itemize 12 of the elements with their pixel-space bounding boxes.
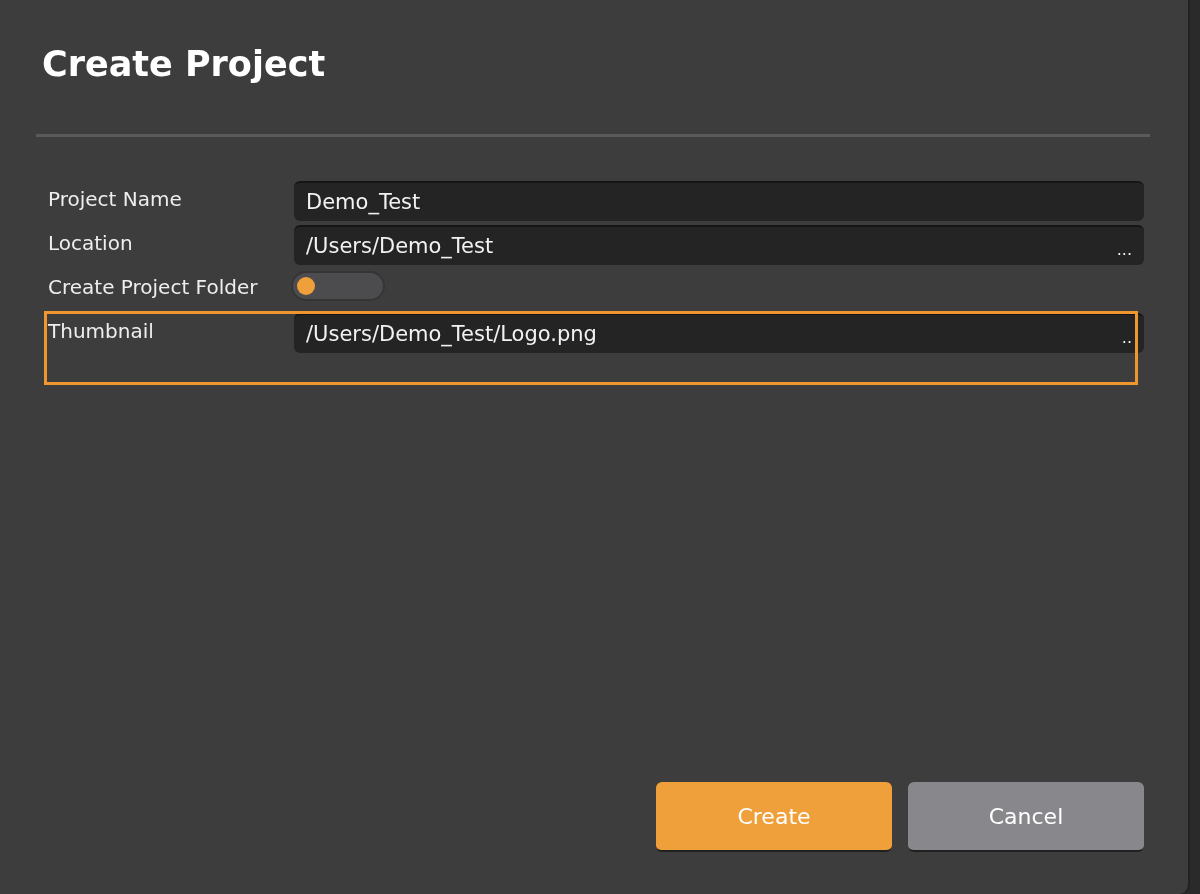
field-label: Thumbnail [48,318,155,343]
dialog-title: Create Project [42,44,327,84]
field-label: Location [48,230,134,255]
field-label: Project Name [48,186,183,211]
field-label: Create Project Folder [48,274,259,299]
cancel-button[interactable]: Cancel [908,782,1144,852]
text-field[interactable]: Demo_Test [294,181,1144,221]
path-field[interactable]: /Users/Demo_Test/Logo.png .. [294,313,1144,353]
browse-button[interactable]: ... [1116,240,1132,265]
toggle-switch[interactable] [291,271,385,301]
browse-button[interactable]: .. [1121,328,1132,353]
path-field[interactable]: /Users/Demo_Test ... [294,225,1144,265]
